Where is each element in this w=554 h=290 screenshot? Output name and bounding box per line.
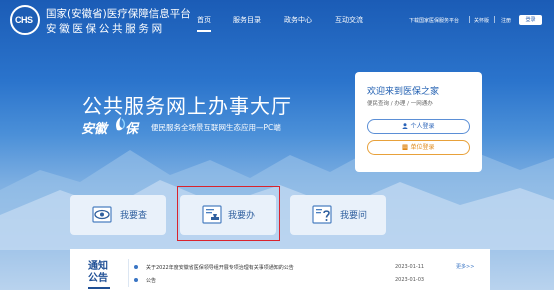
divider [469, 16, 470, 23]
notice-title-line1: 通知 [88, 261, 108, 272]
notice-title-underline [88, 287, 110, 289]
personal-login-label: 个人登录 [410, 123, 435, 130]
notice-title: 通知 公告 [88, 261, 108, 285]
question-document-icon [312, 205, 332, 224]
brand-logo: 安徽保 [81, 118, 138, 137]
eye-document-icon [92, 206, 112, 223]
care-mode-link[interactable]: 关怀版 [474, 17, 489, 24]
welcome-panel: 欢迎来到医保之家 便民查询 / 办理 / 一网通办 个人登录 单位登录 [355, 72, 482, 172]
nav-government-center[interactable]: 政务中心 [284, 15, 312, 25]
bullet-icon [134, 265, 138, 269]
bullet-icon [134, 278, 138, 282]
logo-text: CHS [15, 15, 33, 25]
unit-login-label: 单位登录 [410, 144, 435, 151]
nav-service-catalog[interactable]: 服务目录 [233, 15, 261, 25]
notice-item-title[interactable]: 公告 [146, 277, 156, 284]
building-icon [402, 144, 408, 150]
notice-item-date: 2023-01-11 [395, 264, 425, 270]
selection-highlight [177, 186, 280, 241]
site-title: 安徽医保公共服务网 [46, 23, 165, 35]
notice-item-date: 2023-01-03 [395, 277, 425, 283]
more-link[interactable]: 更多>> [456, 263, 474, 270]
divider [128, 259, 129, 287]
login-button[interactable]: 登录 [519, 15, 542, 25]
service-card-query[interactable]: 我要查 [70, 195, 166, 235]
welcome-title: 欢迎来到医保之家 [367, 87, 440, 97]
welcome-subtitle: 便民查询 / 办理 / 一网通办 [367, 101, 433, 107]
person-icon [402, 123, 408, 129]
nav-home[interactable]: 首页 [197, 15, 211, 32]
service-card-ask[interactable]: 我要问 [290, 195, 386, 235]
personal-login-button[interactable]: 个人登录 [367, 119, 470, 134]
unit-login-button[interactable]: 单位登录 [367, 140, 470, 155]
platform-title: 国家(安徽省)医疗保障信息平台 [46, 8, 191, 20]
nav-interaction[interactable]: 互动交流 [335, 15, 363, 25]
page: CHS 国家(安徽省)医疗保障信息平台 安徽医保公共服务网 首页 服务目录 政务… [0, 0, 554, 290]
notice-title-line2: 公告 [88, 273, 108, 284]
service-label-ask: 我要问 [340, 211, 368, 221]
hero-slogan: 便民服务全场景互联网生态应用—PC端 [151, 123, 281, 132]
notice-item-title[interactable]: 关于2022年度安徽省医保领导组开展专项治理有关事项通知的公告 [146, 264, 294, 271]
register-link[interactable]: 注册 [501, 17, 511, 24]
brand-prefix: 安徽 [81, 122, 108, 137]
service-label-query: 我要查 [120, 211, 148, 221]
chs-logo: CHS [10, 5, 40, 35]
hero-title: 公共服务网上办事大厅 [82, 94, 292, 118]
divider [494, 16, 495, 23]
medical-insurance-icon [116, 117, 126, 131]
notice-panel: 通知 公告 关于2022年度安徽省医保领导组开展专项治理有关事项通知的公告 20… [70, 249, 490, 290]
download-link[interactable]: 下载国家医保服务平台 [409, 17, 459, 24]
